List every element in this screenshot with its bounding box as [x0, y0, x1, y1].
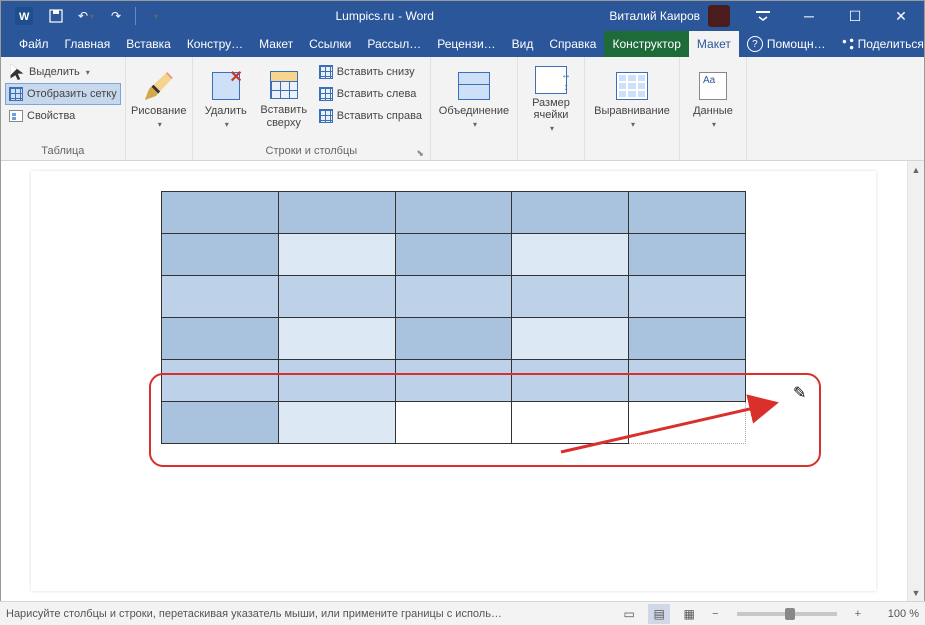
group-cellsize-label: [522, 143, 580, 160]
delete-icon: [212, 72, 240, 100]
group-data-label: [684, 143, 742, 160]
zoom-in-button[interactable]: +: [851, 608, 865, 620]
avatar-icon: [708, 5, 730, 27]
tab-help[interactable]: Справка: [541, 31, 604, 57]
table-row: [162, 360, 746, 402]
doc-title: Lumpics.ru: [335, 9, 394, 23]
ribbon-options-icon[interactable]: [740, 1, 786, 31]
delete-button[interactable]: Удалить▾: [197, 61, 255, 133]
tab-references[interactable]: Ссылки: [301, 31, 359, 57]
insert-left-icon: [319, 87, 333, 101]
page: [31, 171, 876, 591]
select-button[interactable]: Выделить▾: [5, 61, 121, 83]
insert-right-button[interactable]: Вставить справа: [315, 105, 426, 127]
tab-home[interactable]: Главная: [57, 31, 119, 57]
group-align-label: [589, 143, 675, 160]
table-row: [162, 318, 746, 360]
tab-share[interactable]: Поделиться: [834, 31, 925, 57]
table-row: [162, 276, 746, 318]
tab-view[interactable]: Вид: [504, 31, 542, 57]
tab-layout[interactable]: Макет: [251, 31, 301, 57]
data-button[interactable]: Данные▾: [684, 61, 742, 133]
grid-icon: [9, 87, 23, 101]
scroll-up-icon[interactable]: ▲: [908, 161, 924, 178]
data-icon: [699, 72, 727, 100]
svg-text:W: W: [19, 11, 30, 23]
user-name: Виталий Каиров: [609, 9, 700, 23]
group-table-label: Таблица: [5, 143, 121, 160]
document-area[interactable]: ▲ ▼: [1, 161, 924, 601]
zoom-out-button[interactable]: −: [708, 608, 722, 620]
properties-button[interactable]: Свойства: [5, 105, 121, 127]
tab-design[interactable]: Констру…: [179, 31, 251, 57]
group-rows-cols-label: Строки и столбцы: [197, 143, 426, 160]
group-draw-label: [130, 143, 188, 160]
tab-file[interactable]: Файл: [11, 31, 57, 57]
tab-tell-me[interactable]: Помощн…: [739, 31, 834, 57]
titlebar: W ↶▾ ↷ ▾ Lumpics.ru - Word Виталий Каиро…: [1, 1, 924, 31]
user-account[interactable]: Виталий Каиров: [599, 1, 740, 31]
vertical-scrollbar[interactable]: ▲ ▼: [907, 161, 924, 601]
insert-below-icon: [319, 65, 333, 79]
cursor-icon: [9, 64, 25, 80]
minimize-button[interactable]: ─: [786, 1, 832, 31]
scroll-down-icon[interactable]: ▼: [908, 584, 924, 601]
maximize-button[interactable]: ☐: [832, 1, 878, 31]
tab-constructor[interactable]: Конструктор: [604, 31, 688, 57]
view-print-icon[interactable]: ▤: [648, 604, 670, 624]
tab-review[interactable]: Рецензи…: [429, 31, 503, 57]
cell-size-icon: [535, 66, 567, 94]
insert-right-icon: [319, 109, 333, 123]
alignment-icon: [616, 72, 648, 100]
zoom-slider[interactable]: [737, 612, 837, 616]
draw-button[interactable]: Рисование▾: [130, 61, 188, 133]
ribbon-tabs: Файл Главная Вставка Констру… Макет Ссыл…: [1, 31, 924, 57]
tab-mailings[interactable]: Рассыл…: [359, 31, 429, 57]
save-icon[interactable]: [41, 1, 71, 31]
tab-insert[interactable]: Вставка: [118, 31, 179, 57]
insert-above-icon: [270, 71, 298, 99]
ribbon: Выделить▾ Отобразить сетку Свойства Табл…: [1, 57, 924, 161]
view-read-icon[interactable]: ▭: [618, 604, 640, 624]
insert-above-button[interactable]: Вставить сверху: [255, 61, 313, 133]
pencil-icon: [145, 72, 173, 100]
redo-icon[interactable]: ↷: [101, 1, 131, 31]
pen-cursor-icon: [793, 383, 807, 397]
annotation-arrow-icon: [561, 397, 791, 462]
show-grid-button[interactable]: Отобразить сетку: [5, 83, 121, 105]
table-row: [162, 234, 746, 276]
qa-customize-icon[interactable]: ▾: [140, 1, 170, 31]
alignment-button[interactable]: Выравнивание▾: [589, 61, 675, 133]
properties-icon: [9, 110, 23, 122]
insert-below-button[interactable]: Вставить снизу: [315, 61, 426, 83]
zoom-percent[interactable]: 100 %: [873, 608, 919, 620]
table-row: [162, 192, 746, 234]
zoom-thumb[interactable]: [785, 608, 795, 620]
status-hint: Нарисуйте столбцы и строки, перетаскивая…: [6, 608, 610, 620]
undo-icon[interactable]: ↶▾: [71, 1, 101, 31]
merge-icon: [458, 72, 490, 100]
group-merge-label: [435, 143, 513, 160]
merge-button[interactable]: Объединение▾: [435, 61, 513, 133]
statusbar: Нарисуйте столбцы и строки, перетаскивая…: [0, 601, 925, 625]
insert-left-button[interactable]: Вставить слева: [315, 83, 426, 105]
cell-size-button[interactable]: Размер ячейки▾: [522, 61, 580, 133]
close-button[interactable]: ✕: [878, 1, 924, 31]
tab-maket[interactable]: Макет: [689, 31, 739, 57]
view-web-icon[interactable]: ▦: [678, 604, 700, 624]
window-title: Lumpics.ru - Word: [170, 1, 599, 31]
word-logo-icon: W: [7, 1, 41, 31]
